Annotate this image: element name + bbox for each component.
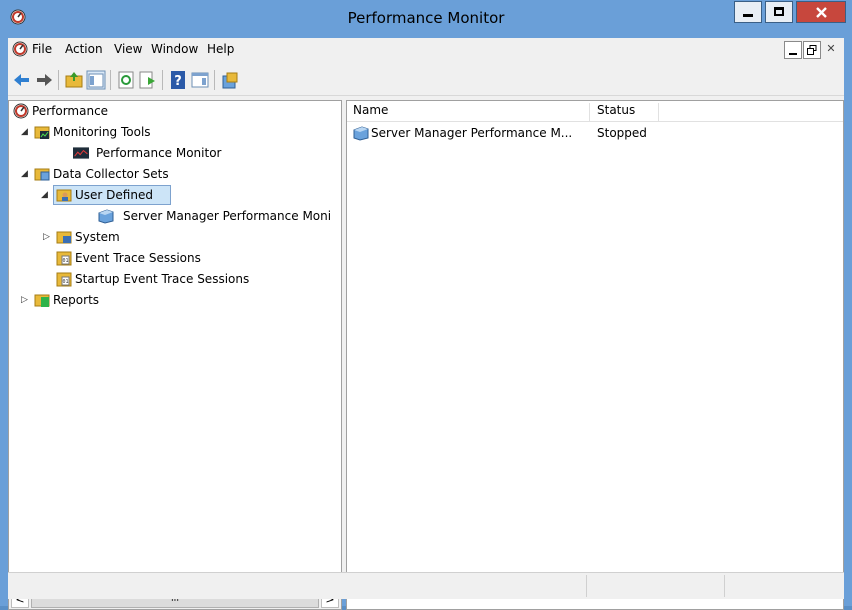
column-divider[interactable] bbox=[658, 103, 659, 121]
minimize-icon bbox=[743, 14, 753, 17]
svg-text:?: ? bbox=[174, 74, 182, 89]
performance-monitor-app-icon bbox=[13, 103, 29, 119]
show-hide-console-tree-icon[interactable] bbox=[86, 70, 106, 90]
up-folder-icon[interactable] bbox=[64, 70, 84, 90]
column-divider[interactable] bbox=[589, 103, 590, 121]
tree-item-label: Server Manager Performance Moni bbox=[123, 209, 332, 223]
properties-icon[interactable] bbox=[190, 70, 210, 90]
svg-text:01: 01 bbox=[62, 279, 68, 285]
status-bar bbox=[8, 572, 844, 599]
toolbar: ? bbox=[8, 65, 844, 96]
tree-item-label: Event Trace Sessions bbox=[75, 251, 201, 265]
console-tree[interactable]: Performance ◢ Monitoring Tools Performan… bbox=[8, 100, 342, 610]
toolbar-separator bbox=[58, 70, 59, 90]
status-panel bbox=[724, 575, 845, 597]
close-button[interactable] bbox=[796, 1, 846, 23]
menu-window[interactable]: Window bbox=[151, 42, 198, 56]
expanded-arrow-icon[interactable]: ◢ bbox=[21, 122, 30, 142]
list-cell-status: Stopped bbox=[597, 126, 647, 140]
event-trace-folder-icon: 01 bbox=[56, 251, 72, 266]
maximize-icon bbox=[774, 7, 784, 16]
tree-item-label: Data Collector Sets bbox=[53, 167, 169, 181]
minimize-button[interactable] bbox=[734, 1, 762, 23]
toolbar-separator bbox=[214, 70, 215, 90]
tree-item-label: System bbox=[75, 230, 120, 244]
performance-graph-icon bbox=[73, 147, 89, 159]
tree-item-label: Performance bbox=[32, 104, 109, 118]
menu-view[interactable]: View bbox=[114, 42, 142, 56]
menu-bar: File Action View Window Help ✕ bbox=[8, 38, 844, 62]
event-trace-folder-icon: 01 bbox=[56, 272, 72, 287]
tree-item-label: Monitoring Tools bbox=[53, 125, 151, 139]
collapsed-arrow-icon[interactable]: ▷ bbox=[21, 290, 30, 310]
list-cell-name: Server Manager Performance M... bbox=[371, 126, 573, 140]
data-collector-set-icon bbox=[98, 209, 114, 224]
tree-item-label: Startup Event Trace Sessions bbox=[75, 272, 250, 286]
menu-file[interactable]: File bbox=[32, 42, 52, 56]
menu-action[interactable]: Action bbox=[65, 42, 103, 56]
list-header: Name Status bbox=[347, 101, 843, 122]
list-row[interactable]: Server Manager Performance M... Stopped bbox=[347, 123, 843, 143]
data-collector-set-icon bbox=[353, 126, 369, 141]
expanded-arrow-icon[interactable]: ◢ bbox=[21, 164, 30, 184]
performance-monitor-menu-icon[interactable] bbox=[12, 41, 28, 57]
svg-text:01: 01 bbox=[62, 258, 68, 264]
forward-icon[interactable] bbox=[34, 70, 54, 90]
mdi-restore-button[interactable] bbox=[803, 41, 821, 59]
back-icon[interactable] bbox=[12, 70, 32, 90]
tree-item-label: Reports bbox=[53, 293, 100, 307]
result-list[interactable]: Name Status Server Manager Performance M… bbox=[346, 100, 844, 610]
mdi-close-button[interactable]: ✕ bbox=[822, 41, 840, 59]
client-area: File Action View Window Help ✕ ? Perform… bbox=[8, 38, 844, 610]
status-panel bbox=[586, 575, 725, 597]
refresh-icon[interactable] bbox=[116, 70, 136, 90]
expanded-arrow-icon[interactable]: ◢ bbox=[41, 185, 50, 205]
window-frame: Performance Monitor File Action View Win bbox=[0, 0, 852, 610]
window-title: Performance Monitor bbox=[347, 9, 505, 27]
user-defined-folder-icon bbox=[56, 189, 72, 202]
collapsed-arrow-icon[interactable]: ▷ bbox=[43, 227, 52, 247]
tree-item-label: Performance Monitor bbox=[96, 146, 222, 160]
monitoring-tools-folder-icon bbox=[34, 126, 50, 139]
menu-help[interactable]: Help bbox=[207, 42, 234, 56]
close-icon: ✕ bbox=[826, 42, 836, 55]
title-bar: Performance Monitor bbox=[0, 0, 852, 36]
column-header-status[interactable]: Status bbox=[597, 103, 635, 117]
reports-folder-icon bbox=[34, 294, 50, 307]
maximize-button[interactable] bbox=[765, 1, 793, 23]
restore-icon bbox=[807, 45, 817, 55]
toolbar-separator bbox=[110, 70, 111, 90]
tree-item-label: User Defined bbox=[75, 188, 153, 202]
column-header-name[interactable]: Name bbox=[353, 103, 388, 117]
new-icon[interactable] bbox=[220, 70, 240, 90]
data-collector-sets-folder-icon bbox=[34, 168, 50, 181]
minimize-icon bbox=[789, 53, 797, 55]
close-icon bbox=[816, 7, 827, 18]
export-list-icon[interactable] bbox=[138, 70, 158, 90]
system-folder-icon bbox=[56, 231, 72, 244]
help-icon[interactable]: ? bbox=[168, 70, 188, 90]
toolbar-separator bbox=[162, 70, 163, 90]
mdi-minimize-button[interactable] bbox=[784, 41, 802, 59]
